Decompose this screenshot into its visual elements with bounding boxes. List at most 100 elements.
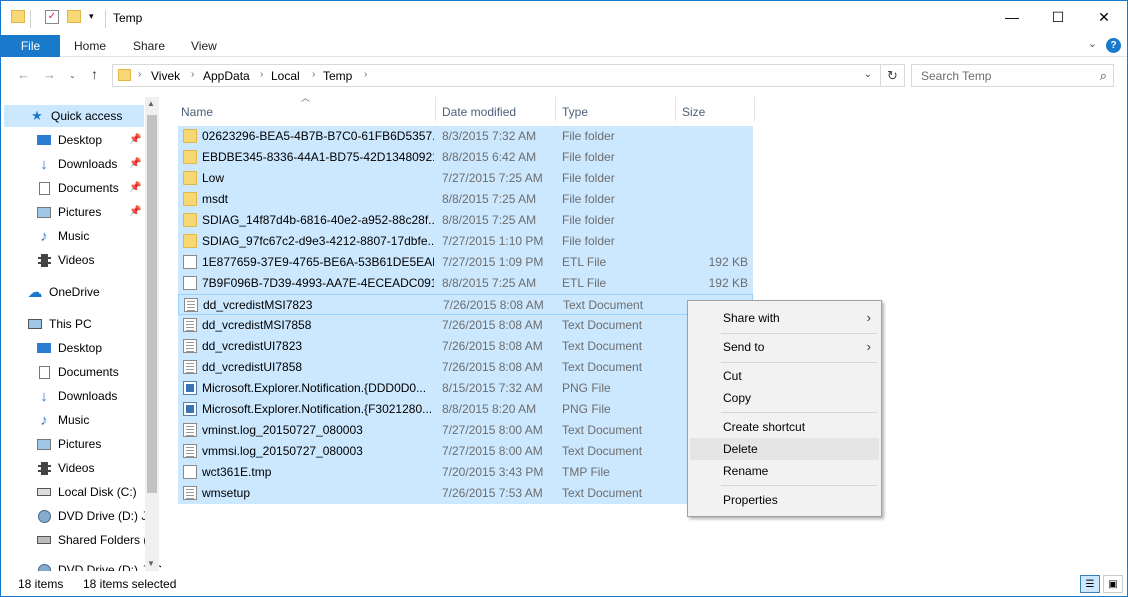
tab-share[interactable]: Share xyxy=(133,39,165,53)
file-row[interactable]: dd_vcredistMSI7858 7/26/2015 8:08 AM Text … xyxy=(178,315,753,336)
properties-icon[interactable]: ✓ xyxy=(45,10,59,24)
breadcrumb-vivek[interactable]: Vivek xyxy=(151,69,180,83)
menu-rename[interactable]: Rename xyxy=(690,460,879,482)
search-input[interactable]: Search Temp ⌕ xyxy=(911,64,1114,87)
column-divider[interactable] xyxy=(555,97,556,121)
menu-share-with[interactable]: Share with › xyxy=(690,307,879,329)
nav-local-disk[interactable]: Local Disk (C:) xyxy=(36,481,137,503)
menu-label: Share with xyxy=(723,311,780,325)
scroll-thumb[interactable] xyxy=(147,115,157,493)
back-arrow-icon[interactable]: ← xyxy=(17,67,30,82)
file-row[interactable]: 02623296-BEA5-4B7B-B7C0-61FB6D5357... 8/3… xyxy=(178,126,753,147)
nav-desktop[interactable]: Desktop xyxy=(36,129,102,151)
nav-pc-music[interactable]: ♪ Music xyxy=(36,409,89,431)
breadcrumb-separator[interactable]: › xyxy=(260,69,263,80)
file-name: dd_vcredistUI7858 xyxy=(202,360,303,374)
tab-home[interactable]: Home xyxy=(74,39,106,53)
nav-onedrive[interactable]: ☁ OneDrive xyxy=(27,281,100,303)
file-row[interactable]: vminst.log_20150727_080003 7/27/2015 8:00… xyxy=(178,420,753,441)
nav-videos[interactable]: Videos xyxy=(36,249,94,271)
new-folder-icon[interactable] xyxy=(67,10,81,23)
column-header-size[interactable]: Size xyxy=(682,105,705,119)
address-bar[interactable]: › Vivek › AppData › Local › Temp › ⌄ xyxy=(112,64,881,87)
nav-shared-folders[interactable]: Shared Folders (\ xyxy=(36,529,151,551)
nav-pc-pictures[interactable]: Pictures xyxy=(36,433,101,455)
file-row[interactable]: msdt 8/8/2015 7:25 AM File folder xyxy=(178,189,753,210)
menu-cut[interactable]: Cut xyxy=(690,365,879,387)
file-name: Microsoft.Explorer.Notification.{DDD0D0.… xyxy=(202,381,427,395)
recent-locations-icon[interactable]: ⌄ xyxy=(69,71,76,80)
file-row[interactable]: 1E877659-37E9-4765-BE6A-53B61DE5EAB... 7/… xyxy=(178,252,753,273)
file-row[interactable]: dd_vcredistUI7858 7/26/2015 8:08 AM Text D… xyxy=(178,357,753,378)
customize-toolbar-icon[interactable]: ▾ xyxy=(89,11,94,22)
pin-icon[interactable]: 📌 xyxy=(129,158,141,169)
nav-pc-videos[interactable]: Videos xyxy=(36,457,94,479)
file-date-modified: 7/26/2015 8:08 AM xyxy=(442,339,543,353)
up-arrow-icon[interactable]: ↑ xyxy=(91,66,98,82)
menu-copy[interactable]: Copy xyxy=(690,387,879,409)
nav-scrollbar[interactable]: ▲ ▼ xyxy=(145,97,159,571)
nav-pc-desktop[interactable]: Desktop xyxy=(36,337,102,359)
menu-properties[interactable]: Properties xyxy=(690,489,879,511)
chevron-down-icon[interactable]: ⌄ xyxy=(864,69,872,80)
file-row[interactable]: Low 7/27/2015 7:25 AM File folder xyxy=(178,168,753,189)
column-header-name[interactable]: Name xyxy=(181,105,213,119)
file-row[interactable]: wmsetup 7/26/2015 7:53 AM Text Document xyxy=(178,483,753,504)
column-header-date[interactable]: Date modified xyxy=(442,105,516,119)
file-row[interactable]: dd_vcredistMSI7823 7/26/2015 8:08 AM Text … xyxy=(178,294,753,315)
file-row[interactable]: Microsoft.Explorer.Notification.{DDD0D0.… xyxy=(178,378,753,399)
breadcrumb-separator[interactable]: › xyxy=(138,69,141,80)
nav-documents[interactable]: Documents xyxy=(36,177,119,199)
pin-icon[interactable]: 📌 xyxy=(129,206,141,217)
file-row[interactable]: wct361E.tmp 7/20/2015 3:43 PM TMP File xyxy=(178,462,753,483)
nav-pictures[interactable]: Pictures xyxy=(36,201,101,223)
nav-this-pc[interactable]: This PC xyxy=(27,313,92,335)
menu-create-shortcut[interactable]: Create shortcut xyxy=(690,416,879,438)
pin-icon[interactable]: 📌 xyxy=(129,182,141,193)
breadcrumb-temp[interactable]: Temp xyxy=(323,69,352,83)
breadcrumb-separator[interactable]: › xyxy=(312,69,315,80)
chevron-down-icon[interactable]: ⌄ xyxy=(1088,37,1097,50)
file-row[interactable]: 7B9F096B-7D39-4993-AA7E-4ECEADC091... 8/8… xyxy=(178,273,753,294)
breadcrumb-separator[interactable]: › xyxy=(364,69,367,80)
file-row[interactable]: dd_vcredistUI7823 7/26/2015 8:08 AM Text D… xyxy=(178,336,753,357)
nav-label: Videos xyxy=(58,461,95,475)
tab-file[interactable]: File xyxy=(1,35,60,57)
close-button[interactable]: ✕ xyxy=(1081,1,1127,33)
breadcrumb-appdata[interactable]: AppData xyxy=(203,69,250,83)
nav-pc-documents[interactable]: Documents xyxy=(36,361,119,383)
nav-music[interactable]: ♪ Music xyxy=(36,225,89,247)
help-icon[interactable]: ? xyxy=(1106,38,1121,53)
breadcrumb-local[interactable]: Local xyxy=(271,69,300,83)
menu-send-to[interactable]: Send to › xyxy=(690,336,879,358)
scroll-up-icon[interactable]: ▲ xyxy=(147,99,155,108)
column-header-type[interactable]: Type xyxy=(562,105,588,119)
forward-arrow-icon[interactable]: → xyxy=(43,67,56,82)
pin-icon[interactable]: 📌 xyxy=(129,134,141,145)
scroll-down-icon[interactable]: ▼ xyxy=(147,559,155,568)
column-divider[interactable] xyxy=(435,97,436,121)
refresh-icon[interactable]: ↻ xyxy=(881,64,905,87)
large-icons-view-icon[interactable]: ▣ xyxy=(1103,575,1123,593)
nav-downloads[interactable]: ↓ Downloads xyxy=(36,153,117,175)
file-row[interactable]: EBDBE345-8336-44A1-BD75-42D134809216 8/8/… xyxy=(178,147,753,168)
text-icon xyxy=(183,486,197,500)
file-row[interactable]: SDIAG_14f87d4b-6816-40e2-a952-88c28f... 8… xyxy=(178,210,753,231)
file-row[interactable]: vmmsi.log_20150727_080003 7/27/2015 8:00 … xyxy=(178,441,753,462)
search-icon[interactable]: ⌕ xyxy=(1100,68,1107,84)
nav-quick-access[interactable]: ★ Quick access xyxy=(29,105,122,127)
file-date-modified: 7/26/2015 8:08 AM xyxy=(443,298,544,312)
details-view-icon[interactable]: ☰ xyxy=(1080,575,1100,593)
tab-view[interactable]: View xyxy=(191,39,217,53)
menu-delete[interactable]: Delete xyxy=(690,438,879,460)
file-row[interactable]: SDIAG_97fc67c2-d9e3-4212-8807-17dbfe... 7… xyxy=(178,231,753,252)
breadcrumb-separator[interactable]: › xyxy=(191,69,194,80)
maximize-button[interactable]: ☐ xyxy=(1035,1,1081,33)
nav-dvd-drive[interactable]: DVD Drive (D:) J_ xyxy=(36,505,154,527)
nav-pc-downloads[interactable]: ↓ Downloads xyxy=(36,385,117,407)
minimize-button[interactable]: — xyxy=(989,1,1035,33)
column-divider[interactable] xyxy=(675,97,676,121)
column-divider[interactable] xyxy=(754,97,755,121)
file-row[interactable]: Microsoft.Explorer.Notification.{F302128… xyxy=(178,399,753,420)
nav-dvd-drive-2[interactable]: DVD Drive (D:) J_C xyxy=(36,559,161,571)
